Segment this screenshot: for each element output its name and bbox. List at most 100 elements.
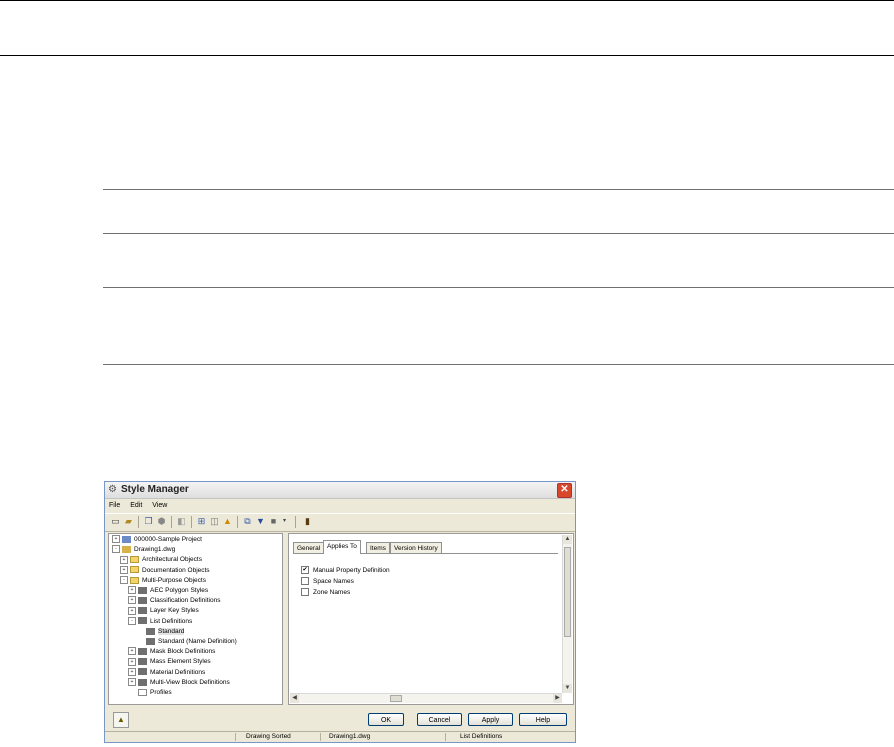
vertical-scrollbar[interactable]: ▲ ▼ (562, 535, 572, 693)
close-button[interactable]: ✕ (557, 483, 572, 498)
style-icon (138, 596, 147, 604)
collapse-icon[interactable]: - (128, 616, 136, 625)
add-icon[interactable]: ⊞ (196, 516, 207, 527)
collapse-icon[interactable]: - (120, 576, 128, 585)
toolbar-separator (237, 516, 238, 528)
open-icon[interactable]: ▰ (123, 516, 134, 527)
project-icon (122, 535, 131, 543)
help-book-icon[interactable]: ▮ (302, 516, 313, 527)
tree-item[interactable]: + Mask Block Definitions (128, 647, 215, 657)
style-icon (138, 586, 147, 594)
checkbox-space-names[interactable] (301, 577, 309, 586)
cancel-button[interactable]: Cancel (417, 713, 462, 726)
tree-item[interactable]: Profiles (128, 688, 172, 698)
toolbar-separator (171, 516, 172, 528)
tree-item[interactable]: - Drawing1.dwg (112, 545, 175, 555)
expand-icon[interactable]: + (128, 586, 136, 595)
expand-icon[interactable]: + (112, 535, 120, 544)
applies-to-row[interactable]: Space Names (301, 577, 354, 587)
tree-item[interactable]: + Architectural Objects (120, 555, 202, 565)
filter-icon[interactable]: ▼ (255, 516, 266, 527)
tree-item[interactable]: + Documentation Objects (120, 565, 210, 576)
checkbox-manual-property-definition[interactable]: ✔ (301, 566, 309, 575)
list-icon (146, 627, 155, 635)
tree-item[interactable]: Standard (136, 627, 185, 637)
tree-item[interactable]: - Multi-Purpose Objects (120, 576, 206, 586)
folder-icon (130, 556, 139, 564)
table-rule-2 (103, 233, 894, 234)
paste-icon[interactable]: ⬢ (156, 516, 167, 527)
tab-applies-to[interactable]: Applies To (323, 540, 361, 554)
expand-icon[interactable]: + (120, 565, 128, 574)
tab-general[interactable]: General (293, 542, 325, 553)
tree-item[interactable]: +000000-Sample Project (112, 535, 202, 545)
style-tree[interactable]: +000000-Sample Project - Drawing1.dwg + Arch… (108, 533, 283, 705)
scroll-up-icon[interactable]: ▲ (563, 535, 572, 544)
scroll-right-icon[interactable]: ▶ (553, 694, 562, 703)
horizontal-scrollbar[interactable]: ◀ ▶ (290, 693, 562, 703)
tree-item-label: List Definitions (150, 617, 193, 625)
menu-view[interactable]: View (152, 499, 167, 512)
view-icon[interactable]: ■ (268, 516, 279, 527)
tree-item[interactable]: - List Definitions (128, 616, 193, 627)
checkbox-label: Manual Property Definition (313, 567, 390, 574)
purge-icon[interactable]: ◧ (176, 516, 187, 527)
tree-item-label: Profiles (150, 689, 172, 696)
expand-icon[interactable]: + (128, 667, 136, 676)
status-sort: Drawing Sorted (246, 733, 291, 740)
scroll-thumb[interactable] (390, 695, 402, 702)
tree-item[interactable]: + Mass Element Styles (128, 657, 211, 667)
compare-icon[interactable]: ⧉ (242, 516, 253, 527)
tree-item[interactable]: + Multi-View Block Definitions (128, 678, 230, 688)
applies-to-row[interactable]: Zone Names (301, 588, 350, 598)
style-icon (138, 668, 147, 676)
warning-icon[interactable]: ▲ (222, 516, 233, 527)
scroll-down-icon[interactable]: ▼ (563, 684, 572, 693)
tab-items[interactable]: Items (366, 542, 390, 553)
expand-icon[interactable]: + (128, 657, 136, 666)
tree-item-label: Architectural Objects (142, 556, 202, 564)
duplicate-icon[interactable]: ◫ (209, 516, 220, 527)
applies-to-row[interactable]: ✔ Manual Property Definition (301, 566, 390, 576)
expand-icon[interactable]: + (128, 678, 136, 687)
style-icon (138, 607, 147, 615)
tree-item-label: Documentation Objects (142, 566, 210, 574)
dropdown-icon[interactable]: ▾ (279, 516, 290, 527)
project-browser-icon[interactable]: ▲ (113, 712, 129, 728)
toolbar: ▭ ▰ ❐ ⬢ ◧ ⊞ ◫ ▲ ⧉ ▼ ■ ▾ ▮ (105, 513, 575, 532)
expand-icon[interactable]: + (128, 606, 136, 615)
checkbox-zone-names[interactable] (301, 588, 309, 597)
scroll-thumb[interactable] (564, 547, 571, 637)
tree-item-label: AEC Polygon Styles (150, 587, 209, 594)
expand-icon[interactable]: + (120, 555, 128, 564)
collapse-icon[interactable]: - (112, 545, 120, 554)
expand-icon[interactable]: + (128, 647, 136, 656)
status-separator (445, 733, 446, 741)
tree-item-label: Mass Element Styles (150, 658, 211, 666)
ok-button[interactable]: OK (368, 713, 404, 726)
menu-file[interactable]: File (109, 499, 120, 512)
tab-version-history[interactable]: Version History (390, 542, 442, 553)
tree-item[interactable]: + Material Definitions (128, 667, 205, 678)
tree-item-label: Classification Definitions (150, 597, 221, 605)
menu-edit[interactable]: Edit (130, 499, 142, 512)
menu-bar: File Edit View (105, 499, 575, 512)
tree-item[interactable]: + Layer Key Styles (128, 606, 199, 616)
status-separator (235, 733, 236, 741)
tree-item[interactable]: + Classification Definitions (128, 596, 220, 606)
help-button[interactable]: Help (519, 713, 567, 726)
expand-icon[interactable]: + (128, 596, 136, 605)
status-separator (320, 733, 321, 741)
tree-item[interactable]: Standard (Name Definition) (136, 637, 237, 647)
tree-item[interactable]: + AEC Polygon Styles (128, 586, 208, 596)
new-icon[interactable]: ▭ (110, 516, 121, 527)
scroll-left-icon[interactable]: ◀ (290, 694, 299, 703)
apply-button[interactable]: Apply (468, 713, 513, 726)
copy-icon[interactable]: ❐ (143, 516, 154, 527)
list-icon (146, 637, 155, 645)
title-bar[interactable]: ⚙ Style Manager ✕ (105, 482, 575, 499)
toolbar-separator (191, 516, 192, 528)
status-bar: Drawing Sorted Drawing1.dwg List Definit… (105, 731, 575, 742)
style-icon (138, 658, 147, 666)
toolbar-separator (138, 516, 139, 528)
